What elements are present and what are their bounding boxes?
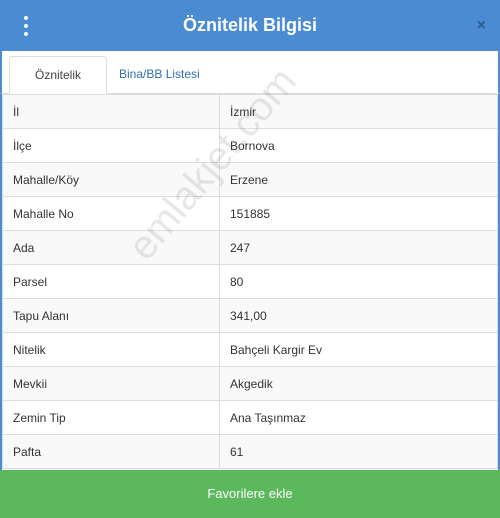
table-row: Mahalle No 151885 xyxy=(2,196,498,231)
attribute-key: Mahalle/Köy xyxy=(2,162,220,197)
attribute-value: Bahçeli Kargir Ev xyxy=(219,332,498,367)
attribute-key: Parsel xyxy=(2,264,220,299)
attribute-value: 61 xyxy=(219,434,498,469)
add-to-favorites-button[interactable]: Favorilere ekle xyxy=(0,470,500,518)
close-icon[interactable]: × xyxy=(477,17,486,35)
table-row: Zemin Tip Ana Taşınmaz xyxy=(2,400,498,435)
attribute-key: İl xyxy=(2,94,220,129)
table-row: Parsel 80 xyxy=(2,264,498,299)
attribute-table-container: İl İzmir İlçe Bornova Mahalle/Köy Erzene… xyxy=(0,94,500,470)
table-row: Ada 247 xyxy=(2,230,498,265)
attribute-key: Nitelik xyxy=(2,332,220,367)
tab-bina-bb-listesi[interactable]: Bina/BB Listesi xyxy=(111,56,208,94)
attribute-table: İl İzmir İlçe Bornova Mahalle/Köy Erzene… xyxy=(2,94,498,469)
attribute-key: Mahalle No xyxy=(2,196,220,231)
table-row: Mevkii Akgedik xyxy=(2,366,498,401)
attribute-key: Zemin Tip xyxy=(2,400,220,435)
attribute-value: Erzene xyxy=(219,162,498,197)
attribute-key: İlçe xyxy=(2,128,220,163)
dialog-header: Öznitelik Bilgisi × xyxy=(0,0,500,51)
attribute-key: Pafta xyxy=(2,434,220,469)
attribute-value: 247 xyxy=(219,230,498,265)
attribute-key: Tapu Alanı xyxy=(2,298,220,333)
tab-bar: Öznitelik Bilgisi Bina/BB Listesi xyxy=(0,51,500,118)
attribute-key: Mevkii xyxy=(2,366,220,401)
attribute-key: Ada xyxy=(2,230,220,265)
attribute-value: 341,00 xyxy=(219,298,498,333)
table-row: Nitelik Bahçeli Kargir Ev xyxy=(2,332,498,367)
table-row: İl İzmir xyxy=(2,94,498,129)
attribute-value: 151885 xyxy=(219,196,498,231)
dialog-title: Öznitelik Bilgisi xyxy=(182,15,318,35)
table-row: Mahalle/Köy Erzene xyxy=(2,162,498,197)
attribute-value: 80 xyxy=(219,264,498,299)
table-row: İlçe Bornova xyxy=(2,128,498,163)
table-row: Tapu Alanı 341,00 xyxy=(2,298,498,333)
attribute-value: Bornova xyxy=(219,128,498,163)
table-row: Pafta 61 xyxy=(2,434,498,469)
attribute-value: Akgedik xyxy=(219,366,498,401)
tab-oznitelik-bilgisi[interactable]: Öznitelik Bilgisi xyxy=(9,56,107,118)
attribute-value: Ana Taşınmaz xyxy=(219,400,498,435)
attribute-value: İzmir xyxy=(219,94,498,129)
